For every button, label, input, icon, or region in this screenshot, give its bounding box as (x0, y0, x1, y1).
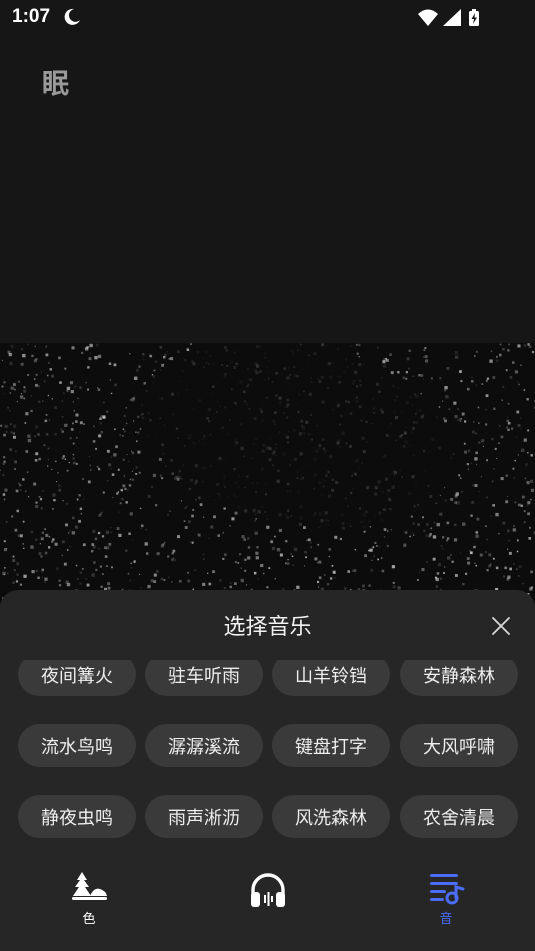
particle-field (0, 343, 535, 603)
moon-icon (62, 7, 82, 31)
sound-chip[interactable]: 山羊铃铛 (272, 660, 390, 696)
close-icon (492, 617, 510, 635)
signal-icon (443, 9, 461, 26)
nav-label: 音 (439, 912, 453, 927)
close-button[interactable] (486, 611, 516, 641)
status-bar: 1:07 (0, 0, 535, 36)
wifi-icon (418, 9, 438, 26)
sound-chip[interactable]: 潺潺溪流 (145, 724, 263, 767)
playlist-music-icon (430, 874, 465, 905)
status-icons (417, 8, 497, 28)
particle-visualizer (0, 343, 535, 603)
sound-chip[interactable]: 安静森林 (400, 660, 518, 696)
sheet-title: 选择音乐 (223, 615, 312, 640)
sound-chip[interactable]: 大风呼啸 (400, 724, 518, 767)
sound-chip[interactable]: 键盘打字 (272, 724, 390, 767)
nav-label: 色 (82, 912, 96, 927)
status-time: 1:07 (12, 6, 51, 27)
sound-chip[interactable]: 静夜虫鸣 (18, 795, 136, 838)
nav-tab-color[interactable]: 色 (49, 870, 129, 932)
sound-chip[interactable]: 风洗森林 (272, 795, 390, 838)
sound-chip[interactable]: 驻车听雨 (145, 660, 263, 696)
app-logo: 眠 (42, 69, 69, 100)
battery-icon (469, 9, 479, 26)
headphones-icon (251, 873, 285, 907)
landscape-icon (72, 872, 107, 900)
sound-chip[interactable]: 雨声淅沥 (145, 795, 263, 838)
sound-chip[interactable]: 夜间篝火 (18, 660, 136, 696)
bottom-nav: 色 音 (0, 862, 535, 951)
nav-tab-sound[interactable]: 音 (406, 870, 486, 932)
nav-tab-headphones[interactable] (228, 870, 308, 932)
sound-chip[interactable]: 流水鸟鸣 (18, 724, 136, 767)
sound-chip[interactable]: 农舍清晨 (400, 795, 518, 838)
sound-grid: 夜间篝火 驻车听雨 山羊铃铛 安静森林 流水鸟鸣 潺潺溪流 键盘打字 大风呼啸 … (0, 660, 535, 852)
